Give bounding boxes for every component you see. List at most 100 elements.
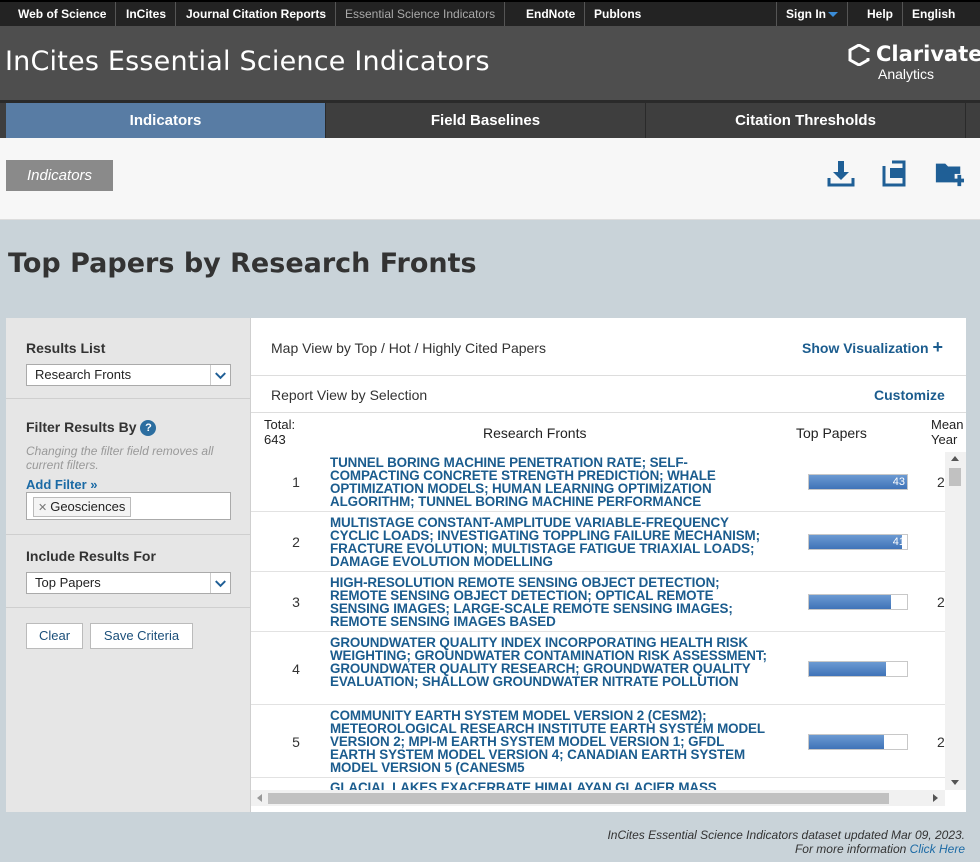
remove-chip-icon[interactable]: ✕ <box>38 502 47 514</box>
footer: InCites Essential Science Indicators dat… <box>607 828 965 856</box>
top-papers-value: 33 <box>892 736 905 748</box>
top-papers-bar[interactable]: 34 <box>808 661 908 677</box>
row-rank: 3 <box>292 594 300 610</box>
chevron-down-icon <box>210 573 226 593</box>
print-icon[interactable] <box>880 158 910 188</box>
results-table: 1 TUNNEL BORING MACHINE PENETRATION RATE;… <box>251 452 945 790</box>
mean-year-value: 2 <box>937 474 945 490</box>
include-results-value: Top Papers <box>35 575 101 590</box>
nav-incites[interactable]: InCites <box>117 2 177 26</box>
filter-chip[interactable]: ✕ Geosciences <box>33 497 132 517</box>
research-front-link[interactable]: MULTISTAGE CONSTANT-AMPLITUDE VARIABLE-F… <box>330 516 770 568</box>
page-title: Top Papers by Research Fronts <box>8 248 477 279</box>
row-rank: 5 <box>292 734 300 750</box>
results-list-section: Results List Research Fronts <box>6 318 251 399</box>
scroll-thumb-horizontal[interactable] <box>268 793 889 804</box>
add-filter-link[interactable]: Add Filter » <box>26 477 98 492</box>
table-row: GLACIAL LAKES EXACERBATE HIMALAYAN GLACI… <box>251 778 945 790</box>
top-papers-bar[interactable]: 36 <box>808 594 908 610</box>
col-mean-year[interactable]: Mean Year <box>931 417 964 447</box>
nav-web-of-science[interactable]: Web of Science <box>9 2 117 26</box>
more-info-line: For more information Click Here <box>607 842 965 856</box>
map-view-prefix: Map View by <box>271 340 351 356</box>
row-rank: 2 <box>292 534 300 550</box>
filter-results-text: Filter Results By <box>26 419 137 435</box>
top-papers-bar-fill <box>809 735 884 749</box>
tab-citation-thresholds[interactable]: Citation Thresholds <box>646 103 966 138</box>
tab-indicators[interactable]: Indicators <box>6 103 326 138</box>
folder-add-icon[interactable] <box>934 158 964 188</box>
top-papers-value: 36 <box>892 596 905 608</box>
table-row: 3 HIGH-RESOLUTION REMOTE SENSING OBJECT D… <box>251 572 945 632</box>
research-front-link[interactable]: COMMUNITY EARTH SYSTEM MODEL VERSION 2 (… <box>330 709 770 774</box>
research-front-link[interactable]: GROUNDWATER QUALITY INDEX INCORPORATING … <box>330 636 770 688</box>
results-panel: Map View by Top / Hot / Highly Cited Pap… <box>251 318 966 812</box>
col-research-fronts[interactable]: Research Fronts <box>483 425 586 441</box>
research-front-link[interactable]: HIGH-RESOLUTION REMOTE SENSING OBJECT DE… <box>330 576 770 628</box>
col-top-papers[interactable]: Top Papers <box>796 425 867 441</box>
vertical-scrollbar[interactable] <box>945 452 966 790</box>
nav-essential-science-indicators[interactable]: Essential Science Indicators <box>336 2 506 26</box>
mean-year-value: 2 <box>937 734 945 750</box>
row-rank: 1 <box>292 474 300 490</box>
research-front-link[interactable]: TUNNEL BORING MACHINE PENETRATION RATE; … <box>330 456 770 508</box>
show-visualization-link[interactable]: Show Visualization + <box>802 338 943 356</box>
tab-field-baselines[interactable]: Field Baselines <box>326 103 646 138</box>
table-row: 2 MULTISTAGE CONSTANT-AMPLITUDE VARIABLE-… <box>251 512 945 572</box>
top-papers-bar-fill <box>809 595 891 609</box>
results-list-label: Results List <box>26 340 106 356</box>
scroll-down-icon[interactable] <box>951 780 959 785</box>
sign-in-label: Sign In <box>786 7 826 21</box>
clear-button[interactable]: Clear <box>26 623 83 649</box>
scroll-left-icon[interactable] <box>257 794 262 802</box>
filter-chip-label: Geosciences <box>50 499 126 514</box>
table-row: 1 TUNNEL BORING MACHINE PENETRATION RATE;… <box>251 452 945 512</box>
map-view-label: Map View by Top / Hot / Highly Cited Pap… <box>271 340 546 356</box>
nav-language[interactable]: English <box>903 2 964 26</box>
filter-box[interactable]: ✕ Geosciences <box>26 492 231 520</box>
results-list-value: Research Fronts <box>35 367 132 382</box>
scroll-up-icon[interactable] <box>951 456 959 461</box>
table-row: 5 COMMUNITY EARTH SYSTEM MODEL VERSION 2 … <box>251 705 945 778</box>
map-view-options[interactable]: Top / Hot / Highly Cited Papers <box>355 340 546 356</box>
download-icon[interactable] <box>826 158 856 188</box>
research-front-link[interactable]: GLACIAL LAKES EXACERBATE HIMALAYAN GLACI… <box>330 781 770 790</box>
nav-endnote[interactable]: EndNote <box>517 2 586 26</box>
dataset-update-note: InCites Essential Science Indicators dat… <box>607 828 965 842</box>
results-list-select[interactable]: Research Fronts <box>26 364 231 386</box>
row-rank: 4 <box>292 661 300 677</box>
filter-section: Filter Results By? Changing the filter f… <box>6 399 251 535</box>
table-header: Total: 643 Research Fronts Top Papers Mea… <box>251 414 966 452</box>
help-icon[interactable]: ? <box>140 420 157 436</box>
app-title: InCites Essential Science Indicators <box>5 46 490 77</box>
horizontal-scrollbar[interactable] <box>251 790 945 806</box>
top-papers-bar[interactable]: 33 <box>808 734 908 750</box>
main-tabs: Indicators Field Baselines Citation Thre… <box>0 100 980 138</box>
col-mean-line1: Mean <box>931 417 964 432</box>
nav-publons[interactable]: Publons <box>585 2 650 26</box>
total-value: 643 <box>264 432 286 447</box>
top-papers-bar[interactable]: 41 <box>808 534 908 550</box>
top-papers-bar-fill <box>809 662 886 676</box>
app-header: InCites Essential Science Indicators Cla… <box>0 26 980 100</box>
top-papers-bar-fill <box>809 535 902 549</box>
filter-panel: Results List Research Fronts Filter Resu… <box>6 318 251 812</box>
more-info-prefix: For more information <box>794 842 907 856</box>
top-papers-bar[interactable]: 43 <box>808 474 908 490</box>
nav-journal-citation-reports[interactable]: Journal Citation Reports <box>177 2 337 26</box>
scroll-thumb[interactable] <box>949 468 961 486</box>
include-results-select[interactable]: Top Papers <box>26 572 231 594</box>
top-papers-value: 34 <box>892 663 905 675</box>
map-view-bar: Map View by Top / Hot / Highly Cited Pap… <box>251 318 966 376</box>
nav-sign-in[interactable]: Sign In <box>776 2 848 26</box>
top-papers-value: 41 <box>892 536 905 548</box>
mean-year-value: 2 <box>937 594 945 610</box>
scroll-right-icon[interactable] <box>933 794 938 802</box>
customize-link[interactable]: Customize <box>874 387 945 403</box>
save-criteria-button[interactable]: Save Criteria <box>90 623 193 649</box>
top-navigation-bar: Web of Science InCites Journal Citation … <box>0 0 980 26</box>
report-view-bar: Report View by Selection Customize <box>251 377 966 413</box>
total-label: Total: <box>264 417 296 432</box>
nav-help[interactable]: Help <box>858 2 904 26</box>
click-here-link[interactable]: Click Here <box>910 842 965 856</box>
